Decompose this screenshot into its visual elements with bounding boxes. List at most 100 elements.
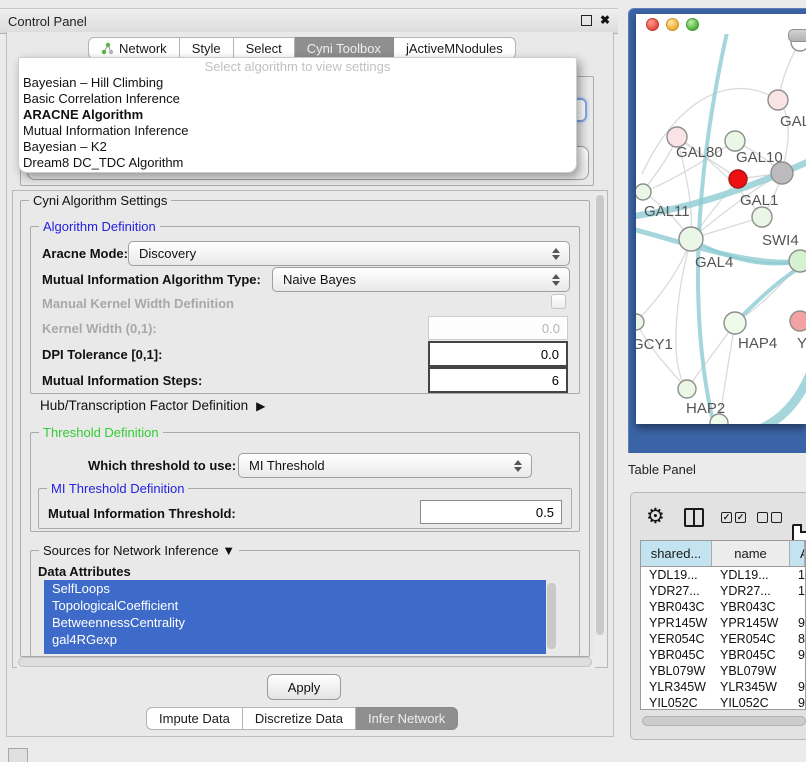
tab-style[interactable]: Style — [180, 37, 234, 59]
table-cell: 12 — [790, 583, 805, 599]
popup-item[interactable]: Mutual Information Inference — [19, 123, 576, 139]
minimized-panel-stub[interactable] — [8, 748, 28, 762]
network-node-hap4[interactable] — [724, 312, 746, 334]
deselect-all-icon[interactable] — [757, 512, 782, 523]
zoom-traffic-light[interactable] — [686, 18, 699, 31]
table-row[interactable]: YPR145WYPR145W9. — [641, 615, 805, 631]
settings-vscrollbar[interactable] — [595, 193, 606, 665]
node-label: GAL1 — [740, 192, 778, 209]
list-item[interactable]: SelfLoops — [44, 580, 546, 597]
popup-item-selected[interactable]: ARACNE Algorithm — [19, 107, 576, 123]
table-hscroll-thumb[interactable] — [642, 716, 806, 726]
table-cell — [790, 599, 805, 615]
table-row[interactable]: YIL052CYIL052C9 — [641, 695, 805, 710]
minimize-traffic-light[interactable] — [666, 18, 679, 31]
network-node-swi4[interactable] — [789, 250, 806, 272]
which-threshold-label: Which threshold to use: — [88, 458, 236, 473]
bottom-tabs: Impute Data Discretize Data Infer Networ… — [146, 707, 458, 730]
mi-steps-field[interactable] — [428, 367, 568, 393]
network-node-y[interactable] — [790, 311, 806, 331]
table-row[interactable]: YER054CYER054C8. — [641, 631, 805, 647]
list-vscroll-thumb[interactable] — [547, 583, 556, 649]
tab-jactivemnodules[interactable]: jActiveMNodules — [394, 37, 516, 59]
control-panel-titlebar: Control Panel ✖ — [0, 8, 618, 34]
network-node-gal1[interactable] — [752, 207, 772, 227]
tab-cyni-toolbox[interactable]: Cyni Toolbox — [295, 37, 394, 59]
network-node-gal4[interactable] — [679, 227, 703, 251]
node-label: HAP4 — [738, 335, 777, 352]
column-header-shared-name[interactable]: shared... — [641, 541, 712, 566]
node-label: GAL4 — [695, 254, 733, 271]
network-node-gcy1[interactable] — [636, 314, 644, 330]
table-row[interactable]: YBR043CYBR043C — [641, 599, 805, 615]
settings-hscrollbar[interactable] — [17, 657, 595, 668]
network-node-hap2[interactable] — [678, 380, 696, 398]
float-window-icon[interactable] — [581, 15, 592, 26]
expand-right-icon[interactable]: ▶ — [256, 399, 265, 413]
network-node[interactable] — [771, 162, 793, 184]
table-row[interactable]: YDR27...YDR27...12 — [641, 583, 805, 599]
column-header-a[interactable]: A — [790, 541, 805, 566]
network-node[interactable] — [729, 170, 747, 188]
mi-type-combobox[interactable]: Naive Bayes — [272, 267, 570, 292]
network-node-gal10[interactable] — [725, 131, 745, 151]
table-cell: YBR043C — [641, 599, 712, 615]
settings-gear-icon[interactable]: ⚙ — [646, 506, 665, 528]
mi-steps-label: Mutual Information Steps: — [42, 373, 202, 388]
network-icon — [101, 42, 114, 55]
tab-discretize-data[interactable]: Discretize Data — [243, 707, 356, 730]
list-item[interactable]: TopologicalCoefficient — [44, 597, 546, 614]
close-icon[interactable]: ✖ — [600, 14, 610, 26]
mi-threshold-field[interactable] — [420, 500, 562, 524]
select-all-icon[interactable]: ✓✓ — [721, 512, 746, 523]
table-row[interactable]: YDL19...YDL19...13 — [641, 567, 805, 583]
network-node-gal11[interactable] — [636, 184, 651, 200]
sources-title: Sources for Network Inference ▼ — [39, 543, 239, 558]
aracne-mode-combobox[interactable]: Discovery — [128, 241, 570, 266]
tab-select[interactable]: Select — [234, 37, 295, 59]
dpi-tolerance-field[interactable] — [428, 341, 568, 367]
apply-button[interactable]: Apply — [267, 674, 341, 700]
column-header-name[interactable]: name — [712, 541, 790, 566]
threshold-definition-title: Threshold Definition — [39, 425, 163, 440]
table-cell: YBR045C — [641, 647, 712, 663]
table-cell: YIL052C — [641, 695, 712, 710]
table-cell: 8. — [790, 631, 805, 647]
manual-kernel-checkbox[interactable] — [551, 294, 566, 309]
list-item[interactable]: BetweennessCentrality — [44, 614, 546, 631]
table-cell: YIL052C — [712, 695, 790, 710]
popup-item[interactable]: Bayesian – K2 — [19, 139, 576, 155]
table-body: YDL19...YDL19...13YDR27...YDR27...12YBR0… — [641, 567, 805, 710]
tab-network[interactable]: Network — [88, 37, 180, 59]
network-node-gal[interactable] — [768, 90, 788, 110]
manual-kernel-label: Manual Kernel Width Definition — [42, 296, 234, 311]
split-columns-icon[interactable] — [684, 508, 704, 527]
network-canvas[interactable]: GALGAL80GAL10GAL1GAL11GAL4SWI4GCY1HAP4YH… — [636, 34, 806, 424]
data-attributes-list[interactable]: SelfLoops TopologicalCoefficient Between… — [44, 580, 546, 654]
popup-item[interactable]: Bayesian – Hill Climbing — [19, 75, 576, 91]
titlebar-widget-fragment — [788, 29, 806, 42]
popup-item[interactable]: Basic Correlation Inference — [19, 91, 576, 107]
table-cell: YDR27... — [712, 583, 790, 599]
table-cell: YPR145W — [712, 615, 790, 631]
hscroll-thumb[interactable] — [18, 657, 592, 667]
which-threshold-combobox[interactable]: MI Threshold — [238, 453, 532, 478]
kernel-width-field[interactable] — [428, 316, 568, 340]
network-window: GALGAL80GAL10GAL1GAL11GAL4SWI4GCY1HAP4YH… — [636, 14, 806, 424]
hub-factor-section[interactable]: Hub/Transcription Factor Definition▶ — [40, 398, 265, 413]
close-traffic-light[interactable] — [646, 18, 659, 31]
data-attributes-label: Data Attributes — [38, 564, 131, 579]
table-row[interactable]: YBR045CYBR045C9. — [641, 647, 805, 663]
tab-infer-network[interactable]: Infer Network — [356, 707, 458, 730]
tab-impute-data[interactable]: Impute Data — [146, 707, 243, 730]
popup-item[interactable]: Dream8 DC_TDC Algorithm — [19, 155, 576, 171]
table-row[interactable]: YLR345WYLR345W9. — [641, 679, 805, 695]
table-row[interactable]: YBL079WYBL079W — [641, 663, 805, 679]
node-label: GAL — [780, 113, 806, 130]
mi-type-label: Mutual Information Algorithm Type: — [42, 272, 261, 287]
collapse-down-icon[interactable]: ▼ — [222, 543, 235, 558]
list-item[interactable]: gal4RGexp — [44, 631, 546, 648]
vscroll-thumb[interactable] — [596, 195, 604, 635]
control-panel-title: Control Panel — [0, 14, 87, 29]
table-cell: 9. — [790, 679, 805, 695]
